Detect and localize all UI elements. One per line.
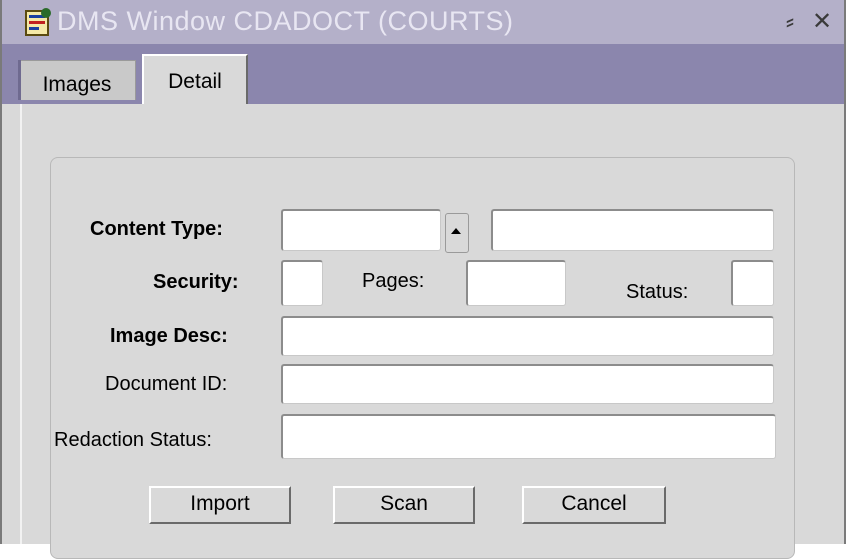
- pages-field[interactable]: [466, 260, 566, 306]
- document-id-field[interactable]: [281, 364, 774, 404]
- tab-detail-label: Detail: [168, 70, 222, 93]
- tab-images-edge: [18, 60, 21, 100]
- window-title: DMS Window CDADOCT (COURTS): [57, 6, 514, 36]
- close-icon[interactable]: ✕: [812, 8, 832, 36]
- form-app-icon: [25, 8, 51, 36]
- import-button[interactable]: Import: [149, 486, 291, 524]
- tab-detail[interactable]: Detail: [142, 54, 248, 104]
- scan-button[interactable]: Scan: [333, 486, 475, 524]
- list-arrow-icon: [451, 228, 461, 234]
- dms-window: DMS Window CDADOCT (COURTS) ⸗ ✕ Images D…: [0, 0, 846, 559]
- minimize-icon[interactable]: ⸗: [786, 8, 794, 36]
- document-id-label: Document ID:: [105, 373, 228, 395]
- tab-images-label: Images: [42, 73, 112, 96]
- status-label: Status:: [626, 281, 689, 303]
- content-type-list-button[interactable]: [445, 213, 469, 253]
- content-type-label: Content Type:: [90, 218, 223, 240]
- image-desc-label: Image Desc:: [110, 325, 228, 347]
- content-type-description-field[interactable]: [491, 209, 774, 251]
- redaction-status-field[interactable]: [281, 414, 776, 459]
- content-type-field[interactable]: [281, 209, 441, 251]
- image-desc-field[interactable]: [281, 316, 774, 356]
- title-bar[interactable]: DMS Window CDADOCT (COURTS) ⸗ ✕: [2, 0, 844, 44]
- tab-images[interactable]: Images: [18, 60, 136, 100]
- cancel-button[interactable]: Cancel: [522, 486, 666, 524]
- security-label: Security:: [153, 271, 239, 293]
- pages-label: Pages:: [362, 270, 425, 292]
- redaction-status-label: Redaction Status:: [54, 429, 212, 451]
- status-field[interactable]: [731, 260, 774, 306]
- security-field[interactable]: [281, 260, 323, 306]
